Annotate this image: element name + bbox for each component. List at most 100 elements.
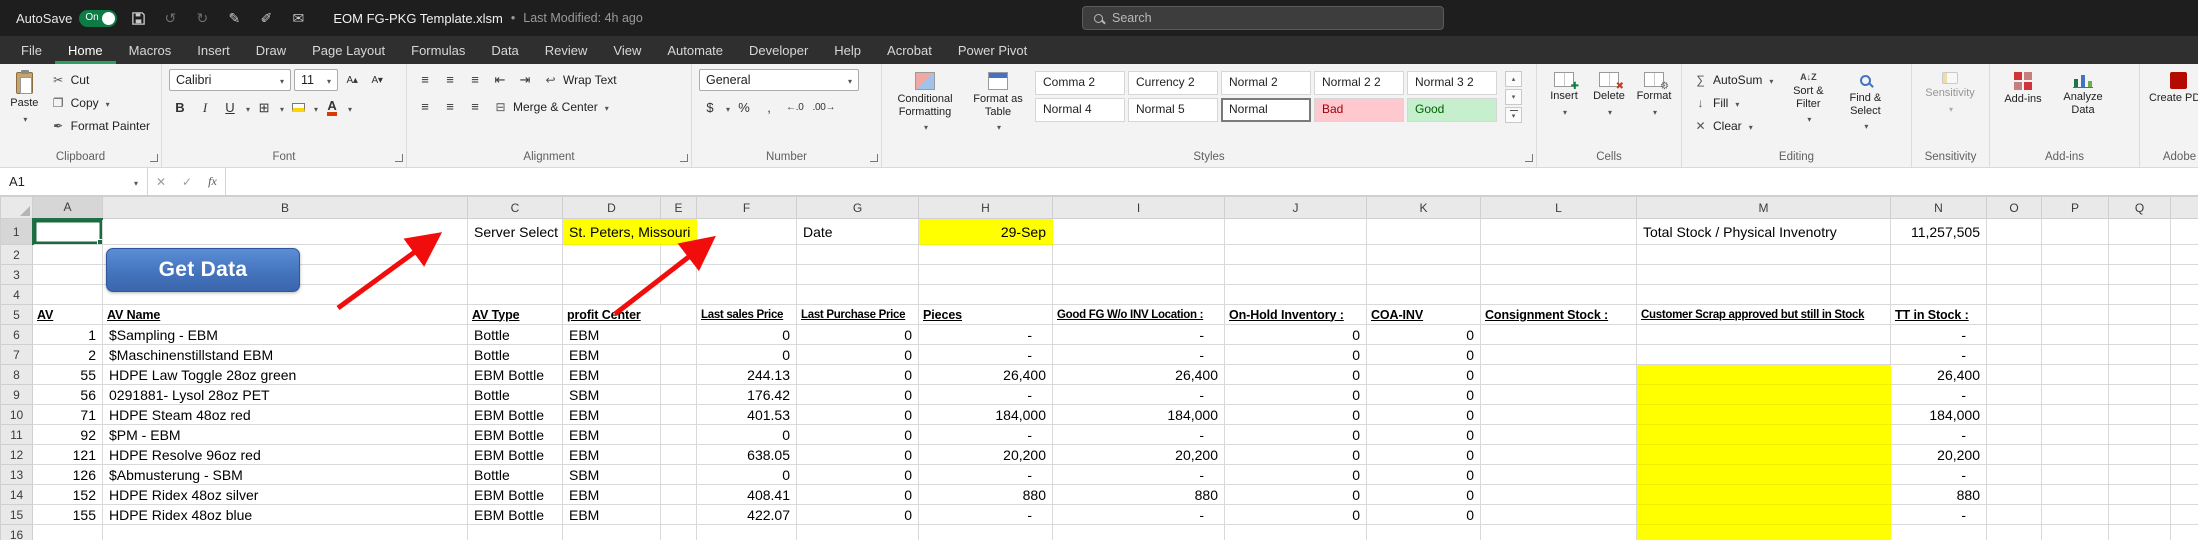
cell-H8[interactable]: 26,400	[919, 365, 1053, 385]
cell-F2[interactable]	[697, 245, 797, 265]
cell-G16[interactable]	[797, 525, 919, 540]
cell-F3[interactable]	[697, 265, 797, 285]
cell-A5[interactable]: AV	[33, 305, 103, 325]
cell-Q3[interactable]	[2109, 265, 2171, 285]
conditional-formatting-button[interactable]: Conditional Formatting	[889, 69, 961, 147]
cell-L7[interactable]	[1481, 345, 1637, 365]
formula-cancel-icon[interactable]: ✕	[148, 168, 174, 195]
cell-H7[interactable]: -	[919, 345, 1053, 365]
cell-G5[interactable]: Last Purchase Price	[797, 305, 919, 325]
pen-icon[interactable]: ✎	[223, 7, 245, 29]
cell-C4[interactable]	[468, 285, 563, 305]
cell-N11[interactable]: -	[1891, 425, 1987, 445]
cell-A7[interactable]: 2	[33, 345, 103, 365]
cell-D8[interactable]: EBM	[563, 365, 661, 385]
cell-R4[interactable]	[2171, 285, 2198, 305]
cell-I14[interactable]: 880	[1053, 485, 1225, 505]
cell-A9[interactable]: 56	[33, 385, 103, 405]
cell-D6[interactable]: EBM	[563, 325, 661, 345]
cell-G4[interactable]	[797, 285, 919, 305]
row-header-9[interactable]: 9	[1, 385, 33, 405]
cell-K1[interactable]	[1367, 219, 1481, 245]
cell-L4[interactable]	[1481, 285, 1637, 305]
cell-G15[interactable]: 0	[797, 505, 919, 525]
cell-L15[interactable]	[1481, 505, 1637, 525]
cell-C7[interactable]: Bottle	[468, 345, 563, 365]
cell-O13[interactable]	[1987, 465, 2042, 485]
align-middle-button[interactable]: ≡	[439, 69, 461, 90]
cell-Q9[interactable]	[2109, 385, 2171, 405]
cell-K9[interactable]: 0	[1367, 385, 1481, 405]
cell-E3[interactable]	[661, 265, 697, 285]
cell-F13[interactable]: 0	[697, 465, 797, 485]
cell-R8[interactable]	[2171, 365, 2198, 385]
cell-P15[interactable]	[2042, 505, 2109, 525]
cell-Q2[interactable]	[2109, 245, 2171, 265]
cell-R5[interactable]	[2171, 305, 2198, 325]
cell-C11[interactable]: EBM Bottle	[468, 425, 563, 445]
cell-N13[interactable]: -	[1891, 465, 1987, 485]
cell-K10[interactable]: 0	[1367, 405, 1481, 425]
cell-L10[interactable]	[1481, 405, 1637, 425]
cell-B8[interactable]: HDPE Law Toggle 28oz green	[103, 365, 468, 385]
cell-P6[interactable]	[2042, 325, 2109, 345]
tab-home[interactable]: Home	[55, 36, 116, 64]
cell-I12[interactable]: 20,200	[1053, 445, 1225, 465]
select-all-button[interactable]	[1, 197, 33, 219]
cell-Q6[interactable]	[2109, 325, 2171, 345]
comma-format-button[interactable]: ,	[758, 97, 780, 118]
cell-H11[interactable]: -	[919, 425, 1053, 445]
format-painter-button[interactable]: ✒Format Painter	[47, 115, 154, 136]
cell-R9[interactable]	[2171, 385, 2198, 405]
cell-Q15[interactable]	[2109, 505, 2171, 525]
cell-A3[interactable]	[33, 265, 103, 285]
cell-K15[interactable]: 0	[1367, 505, 1481, 525]
tab-draw[interactable]: Draw	[243, 36, 299, 64]
format-cells-button[interactable]: ⚙ Format	[1634, 69, 1674, 147]
cell-P14[interactable]	[2042, 485, 2109, 505]
cell-style-normal-2-2[interactable]: Normal 2 2	[1314, 71, 1404, 95]
cell-style-normal-3-2[interactable]: Normal 3 2	[1407, 71, 1497, 95]
autosave-control[interactable]: AutoSave On	[16, 10, 117, 27]
cell-J13[interactable]: 0	[1225, 465, 1367, 485]
cell-Q7[interactable]	[2109, 345, 2171, 365]
cell-P16[interactable]	[2042, 525, 2109, 540]
cell-E16[interactable]	[661, 525, 697, 540]
cell-N1[interactable]: 11,257,505	[1891, 219, 1987, 245]
cell-G9[interactable]: 0	[797, 385, 919, 405]
cell-I10[interactable]: 184,000	[1053, 405, 1225, 425]
cell-P4[interactable]	[2042, 285, 2109, 305]
cell-N8[interactable]: 26,400	[1891, 365, 1987, 385]
formula-input[interactable]	[226, 168, 2198, 195]
cell-C5[interactable]: AV Type	[468, 305, 563, 325]
row-header-16[interactable]: 16	[1, 525, 33, 540]
cell-B11[interactable]: $PM - EBM	[103, 425, 468, 445]
tab-page-layout[interactable]: Page Layout	[299, 36, 398, 64]
clipboard-dialog-launcher-icon[interactable]	[150, 154, 158, 162]
cell-G2[interactable]	[797, 245, 919, 265]
sort-filter-button[interactable]: A↓Z Sort & Filter	[1782, 69, 1834, 147]
cell-B7[interactable]: $Maschinenstillstand EBM	[103, 345, 468, 365]
chevron-down-icon[interactable]	[312, 99, 318, 117]
cell-N5[interactable]: TT in Stock :	[1891, 305, 1987, 325]
cell-C6[interactable]: Bottle	[468, 325, 563, 345]
cell-H1[interactable]: 29-Sep	[919, 219, 1053, 245]
cell-B6[interactable]: $Sampling - EBM	[103, 325, 468, 345]
cell-I3[interactable]	[1053, 265, 1225, 285]
row-header-6[interactable]: 6	[1, 325, 33, 345]
delete-cells-button[interactable]: ✖ Delete	[1589, 69, 1629, 147]
cell-O4[interactable]	[1987, 285, 2042, 305]
column-header-F[interactable]: F	[697, 197, 797, 219]
cell-G14[interactable]: 0	[797, 485, 919, 505]
tab-help[interactable]: Help	[821, 36, 874, 64]
cell-O9[interactable]	[1987, 385, 2042, 405]
cell-N10[interactable]: 184,000	[1891, 405, 1987, 425]
gallery-more-icon[interactable]	[1505, 107, 1522, 123]
cell-B9[interactable]: 0291881- Lysol 28oz PET	[103, 385, 468, 405]
cell-L2[interactable]	[1481, 245, 1637, 265]
cell-M7[interactable]	[1637, 345, 1891, 365]
cell-D4[interactable]	[563, 285, 661, 305]
insert-cells-button[interactable]: ✚ Insert	[1544, 69, 1584, 147]
paste-button[interactable]: Paste	[7, 69, 42, 147]
align-center-button[interactable]: ≡	[439, 96, 461, 117]
